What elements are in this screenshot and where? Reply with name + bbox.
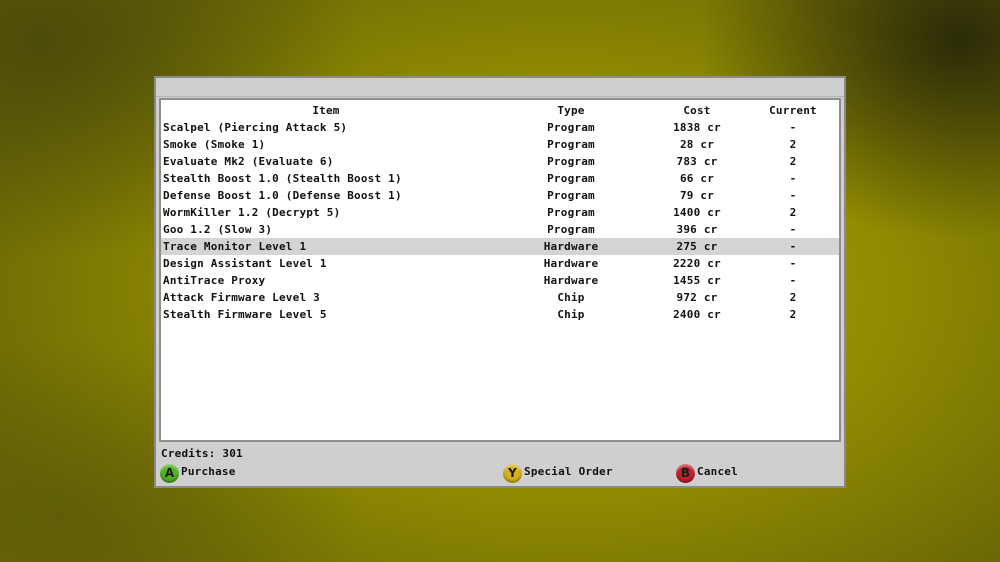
row-cost: 275 cr xyxy=(676,240,718,253)
row-cost: 2400 cr xyxy=(673,308,721,321)
header-cost: Cost xyxy=(683,104,711,117)
a-button-icon: A xyxy=(160,463,179,483)
row-type: Program xyxy=(547,155,595,168)
row-type: Chip xyxy=(557,291,585,304)
purchase-label: Purchase xyxy=(181,464,236,478)
row-current: 2 xyxy=(789,155,797,168)
row-cost: 396 cr xyxy=(676,223,718,236)
row-cost: 28 cr xyxy=(679,138,715,151)
cancel-button[interactable]: B Cancel xyxy=(676,462,738,484)
row-type: Hardware xyxy=(543,274,599,287)
header-item: Item xyxy=(312,104,340,117)
row-current: 2 xyxy=(789,206,797,219)
row-current: - xyxy=(789,240,797,253)
shop-dialog: Item Type Cost Current Scalpel (Piercing… xyxy=(154,76,846,488)
row-type: Hardware xyxy=(543,240,599,253)
row-current: 2 xyxy=(789,308,797,321)
row-cost: 66 cr xyxy=(679,172,715,185)
header-type: Type xyxy=(557,104,585,117)
table-row[interactable]: Attack Firmware Level 3 Chip 972 cr 2 xyxy=(161,289,839,306)
row-type: Program xyxy=(547,138,595,151)
purchase-button[interactable]: A Purchase xyxy=(160,462,236,484)
row-type: Program xyxy=(547,121,595,134)
row-current: 2 xyxy=(789,138,797,151)
table-row[interactable]: Stealth Boost 1.0 (Stealth Boost 1) Prog… xyxy=(161,170,839,187)
row-item: Defense Boost 1.0 (Defense Boost 1) xyxy=(163,189,402,202)
table-row[interactable]: Stealth Firmware Level 5 Chip 2400 cr 2 xyxy=(161,306,839,323)
row-type: Program xyxy=(547,189,595,202)
table-row[interactable]: Defense Boost 1.0 (Defense Boost 1) Prog… xyxy=(161,187,839,204)
row-item: Design Assistant Level 1 xyxy=(163,257,327,270)
row-item: Stealth Boost 1.0 (Stealth Boost 1) xyxy=(163,172,402,185)
row-cost: 79 cr xyxy=(679,189,715,202)
table-header: Item Type Cost Current xyxy=(161,102,839,119)
row-current: - xyxy=(789,274,797,287)
row-cost: 2220 cr xyxy=(673,257,721,270)
row-type: Program xyxy=(547,172,595,185)
b-button-icon: B xyxy=(676,463,695,483)
item-list: Item Type Cost Current Scalpel (Piercing… xyxy=(159,98,841,442)
row-current: - xyxy=(789,257,797,270)
special-order-button[interactable]: Y Special Order xyxy=(503,462,613,484)
row-item: Trace Monitor Level 1 xyxy=(163,240,307,253)
table-row[interactable]: Smoke (Smoke 1) Program 28 cr 2 xyxy=(161,136,839,153)
credits-readout: Credits: 301 xyxy=(161,447,243,460)
row-cost: 1400 cr xyxy=(673,206,721,219)
row-current: - xyxy=(789,223,797,236)
row-type: Hardware xyxy=(543,257,599,270)
table-row[interactable]: Design Assistant Level 1 Hardware 2220 c… xyxy=(161,255,839,272)
special-order-label: Special Order xyxy=(524,464,613,478)
cancel-label: Cancel xyxy=(697,464,738,478)
row-cost: 783 cr xyxy=(676,155,718,168)
row-current: - xyxy=(789,189,797,202)
row-cost: 1455 cr xyxy=(673,274,721,287)
row-item: WormKiller 1.2 (Decrypt 5) xyxy=(163,206,341,219)
row-item: Evaluate Mk2 (Evaluate 6) xyxy=(163,155,334,168)
table-row[interactable]: Scalpel (Piercing Attack 5) Program 1838… xyxy=(161,119,839,136)
row-item: Goo 1.2 (Slow 3) xyxy=(163,223,273,236)
table-row[interactable]: Goo 1.2 (Slow 3) Program 396 cr - xyxy=(161,221,839,238)
row-current: - xyxy=(789,121,797,134)
header-current: Current xyxy=(769,104,817,117)
table-row-selected[interactable]: Trace Monitor Level 1 Hardware 275 cr - xyxy=(161,238,839,255)
table-row[interactable]: Evaluate Mk2 (Evaluate 6) Program 783 cr… xyxy=(161,153,839,170)
row-item: Smoke (Smoke 1) xyxy=(163,138,266,151)
table-row[interactable]: WormKiller 1.2 (Decrypt 5) Program 1400 … xyxy=(161,204,839,221)
row-type: Program xyxy=(547,206,595,219)
row-type: Program xyxy=(547,223,595,236)
row-cost: 1838 cr xyxy=(673,121,721,134)
row-item: Stealth Firmware Level 5 xyxy=(163,308,327,321)
row-current: 2 xyxy=(789,291,797,304)
y-button-icon: Y xyxy=(503,463,522,483)
row-type: Chip xyxy=(557,308,585,321)
dialog-title-bar xyxy=(156,78,844,97)
row-cost: 972 cr xyxy=(676,291,718,304)
row-item: Scalpel (Piercing Attack 5) xyxy=(163,121,348,134)
table-row[interactable]: AntiTrace Proxy Hardware 1455 cr - xyxy=(161,272,839,289)
row-current: - xyxy=(789,172,797,185)
row-item: Attack Firmware Level 3 xyxy=(163,291,320,304)
row-item: AntiTrace Proxy xyxy=(163,274,266,287)
